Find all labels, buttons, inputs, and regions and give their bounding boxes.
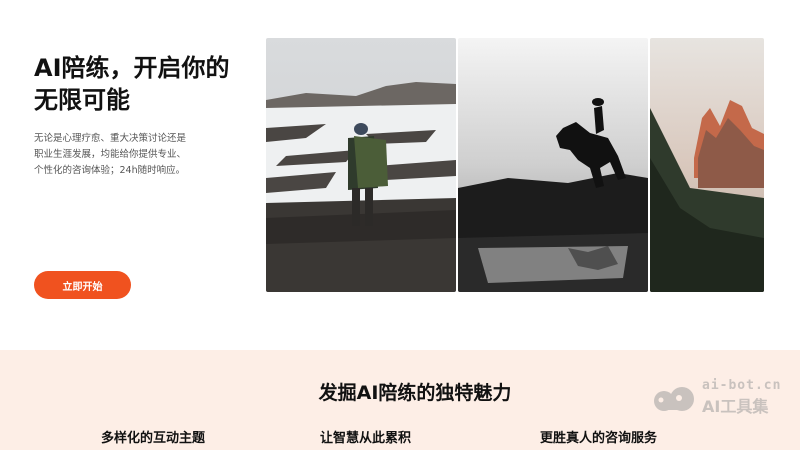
hero-title-line1: AI陪练，开启你的 bbox=[34, 54, 230, 82]
rider-photo bbox=[458, 38, 648, 292]
hero-desc-line3: 个性化的咨询体验；24h随时响应。 bbox=[34, 165, 186, 176]
hero-desc-line2: 职业生涯发展，均能给你提供专业、 bbox=[34, 149, 187, 160]
hero-title: AI陪练，开启你的 无限可能 bbox=[34, 52, 264, 116]
watermark-domain: ai-bot.cn bbox=[702, 378, 782, 393]
features-section: 发掘AI陪练的独特魅力 多样化的互动主题 让智慧从此累积 更胜真人的咨询服务 a… bbox=[0, 350, 800, 450]
hero-description: 无论是心理疗愈、重大决策讨论还是 职业生涯发展，均能给你提供专业、 个性化的咨询… bbox=[34, 131, 214, 179]
robot-logo-icon bbox=[654, 387, 694, 411]
mountain-photo bbox=[650, 38, 764, 292]
watermark-name: AI工具集 bbox=[702, 397, 769, 416]
feature-tab-accumulate-wisdom[interactable]: 让智慧从此累积 bbox=[320, 427, 411, 446]
feature-tab-consulting-service[interactable]: 更胜真人的咨询服务 bbox=[540, 427, 657, 446]
hero-title-line2: 无限可能 bbox=[34, 86, 130, 114]
watermark: ai-bot.cn AI工具集 bbox=[652, 378, 792, 418]
hero-section: AI陪练，开启你的 无限可能 无论是心理疗愈、重大决策讨论还是 职业生涯发展，均… bbox=[0, 0, 800, 350]
hiker-photo bbox=[266, 38, 456, 292]
hero-desc-line1: 无论是心理疗愈、重大决策讨论还是 bbox=[34, 133, 187, 144]
start-now-button[interactable]: 立即开始 bbox=[34, 271, 131, 299]
feature-tab-interactive-topics[interactable]: 多样化的互动主题 bbox=[101, 427, 205, 446]
